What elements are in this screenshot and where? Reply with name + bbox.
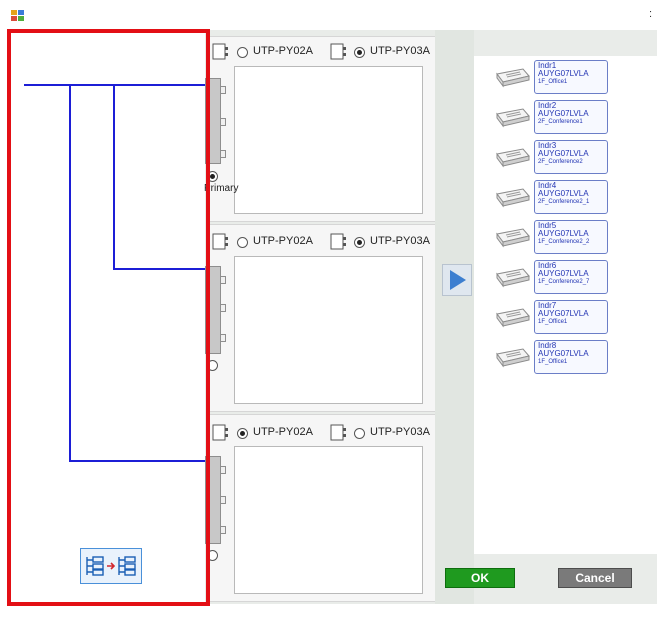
indoor-unit-item[interactable]: Indr5 AUYG07LVLA 1F_Conference2_2 xyxy=(534,220,608,254)
indoor-unit-item[interactable]: Indr4 AUYG07LVLA 2F_Conference2_1 xyxy=(534,180,608,214)
indoor-unit-room: 1F_Office1 xyxy=(538,358,568,365)
branch-box-icon xyxy=(330,424,346,441)
unit-2-option-a-label: UTP-PY02A xyxy=(253,235,313,247)
cassette-unit-icon xyxy=(496,68,530,88)
branch-box-icon xyxy=(330,233,346,250)
unit-2-option-a-radio[interactable] xyxy=(237,237,248,248)
branch-box-icon xyxy=(212,43,228,60)
cassette-unit-icon xyxy=(496,268,530,288)
indoor-unit-model: AUYG07LVLA xyxy=(538,229,589,239)
title-bar: : xyxy=(0,0,657,30)
unit-2-option-b-radio[interactable] xyxy=(354,237,365,248)
app-icon xyxy=(11,10,24,21)
unit-1-option-b-label: UTP-PY03A xyxy=(370,45,430,57)
cassette-unit-icon xyxy=(496,228,530,248)
indoor-unit-item[interactable]: Indr1 AUYG07LVLA 1F_Office1 xyxy=(534,60,608,94)
indoor-unit-model: AUYG07LVLA xyxy=(538,149,589,159)
indoor-unit-room: 2F_Conference2_1 xyxy=(538,198,590,205)
unit-1-option-a-label: UTP-PY02A xyxy=(253,45,313,57)
indoor-unit-model: AUYG07LVLA xyxy=(538,349,589,359)
indoor-unit-room: 2F_Conference1 xyxy=(538,118,583,125)
unit-1-option-b-radio[interactable] xyxy=(354,47,365,58)
unit-3-option-b-radio[interactable] xyxy=(354,428,365,439)
cassette-unit-icon xyxy=(496,308,530,328)
unit-1-option-a-radio[interactable] xyxy=(237,47,248,58)
unit-3-port-area xyxy=(234,446,423,594)
branch-box-icon xyxy=(330,43,346,60)
indoor-unit-model: AUYG07LVLA xyxy=(538,109,589,119)
indoor-unit-item[interactable]: Indr7 AUYG07LVLA 1F_Office1 xyxy=(534,300,608,334)
unit-3-option-b-label: UTP-PY03A xyxy=(370,426,430,438)
transfer-gutter xyxy=(435,30,474,604)
window-title-fragment: : xyxy=(649,8,653,20)
unit-2-option-b-label: UTP-PY03A xyxy=(370,235,430,247)
indoor-unit-model: AUYG07LVLA xyxy=(538,69,589,79)
indoor-unit-item[interactable]: Indr2 AUYG07LVLA 2F_Conference1 xyxy=(534,100,608,134)
indoor-unit-room: 1F_Office1 xyxy=(538,318,568,325)
indoor-unit-model: AUYG07LVLA xyxy=(538,269,589,279)
indoor-unit-model: AUYG07LVLA xyxy=(538,309,589,319)
cassette-unit-icon xyxy=(496,348,530,368)
highlight-outline xyxy=(7,29,210,606)
indoor-unit-item[interactable]: Indr3 AUYG07LVLA 2F_Conference2 xyxy=(534,140,608,174)
cassette-unit-icon xyxy=(496,108,530,128)
branch-box-icon xyxy=(212,424,228,441)
branch-box-icon xyxy=(212,233,228,250)
indoor-unit-item[interactable]: Indr8 AUYG07LVLA 1F_Office1 xyxy=(534,340,608,374)
indoor-unit-room: 1F_Conference2_2 xyxy=(538,238,590,245)
indoor-unit-room: 1F_Office1 xyxy=(538,78,568,85)
indoor-unit-room: 2F_Conference2 xyxy=(538,158,583,165)
cassette-unit-icon xyxy=(496,148,530,168)
play-arrow-icon xyxy=(450,270,466,290)
unit-2-port-area xyxy=(234,256,423,404)
unit-1-port-area xyxy=(234,66,423,214)
unit-3-option-a-radio[interactable] xyxy=(237,428,248,439)
indoor-unit-room: 1F_Conference2_7 xyxy=(538,278,590,285)
ok-button[interactable]: OK xyxy=(445,568,515,588)
indoor-unit-model: AUYG07LVLA xyxy=(538,189,589,199)
unit-3-option-a-label: UTP-PY02A xyxy=(253,426,313,438)
cancel-button[interactable]: Cancel xyxy=(558,568,632,588)
cassette-unit-icon xyxy=(496,188,530,208)
move-right-button[interactable] xyxy=(442,264,472,296)
indoor-unit-item[interactable]: Indr6 AUYG07LVLA 1F_Conference2_7 xyxy=(534,260,608,294)
